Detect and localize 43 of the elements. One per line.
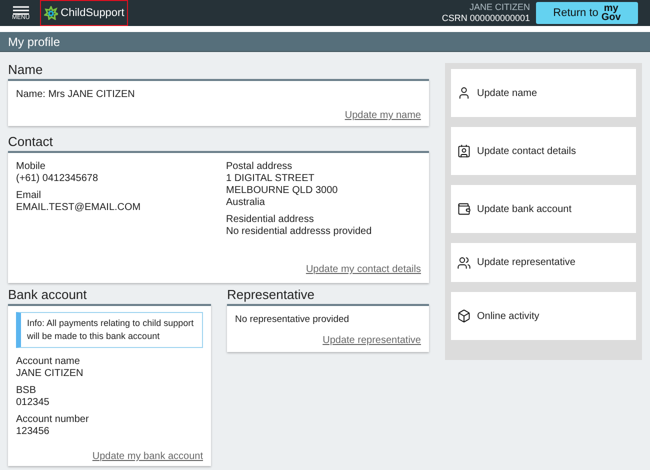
user-name: JANE CITIZEN — [469, 2, 530, 13]
section-heading: Contact — [8, 135, 54, 148]
quick-link-card[interactable]: Update representative — [451, 243, 636, 282]
field-value: 012345 — [16, 397, 50, 409]
field-value: (+61) 0412345678 — [16, 173, 100, 185]
section-heading: Representative — [227, 288, 316, 301]
field-value: MELBOURNE QLD 3000 — [226, 185, 339, 197]
contact-card-icon — [457, 144, 471, 158]
field-label: Postal address — [226, 161, 294, 173]
section-heading: Bank account — [8, 288, 88, 301]
field-value: No residential addresss provided — [226, 226, 372, 238]
quick-link-card[interactable]: Online activity — [451, 292, 636, 340]
quick-link-card[interactable]: Update contact details — [451, 127, 636, 175]
field-label: BSB — [16, 385, 38, 397]
representative-text: No representative provided — [235, 313, 350, 327]
logo-link[interactable]: ChildSupport — [40, 0, 128, 26]
user-icon — [457, 86, 471, 100]
quick-link-card[interactable]: Update bank account — [451, 185, 636, 233]
field-value: JANE CITIZEN — [16, 368, 84, 380]
name-text: Name: Mrs JANE CITIZEN — [16, 88, 136, 102]
field-value: 123456 — [16, 426, 50, 438]
field-label: Email — [16, 190, 42, 202]
update-link[interactable]: Update my name — [344, 110, 421, 121]
field-label: Mobile — [16, 161, 46, 173]
section-heading: Name — [8, 63, 44, 76]
page-title: My profile — [8, 34, 60, 50]
field-value: Australia — [226, 197, 266, 209]
update-link[interactable]: Update my bank account — [92, 451, 203, 462]
update-link[interactable]: Update representative — [322, 335, 421, 346]
box-icon — [457, 309, 471, 323]
field-label: Account number — [16, 414, 90, 426]
field-label: Account name — [16, 356, 81, 368]
field-label: Residential address — [226, 214, 315, 226]
logo-icon — [44, 6, 58, 20]
quick-link-card[interactable]: Update name — [451, 69, 636, 117]
info-text: Info: All payments relating to child support will be made to this bank account — [27, 317, 195, 343]
field-value: 1 DIGITAL STREET — [226, 173, 316, 185]
field-value: EMAIL.TEST@EMAIL.COM — [16, 202, 142, 214]
menu-icon — [12, 6, 29, 14]
users-icon — [457, 256, 471, 270]
csrn-number: CSRN 000000000001 — [442, 13, 530, 24]
update-link[interactable]: Update my contact details — [306, 264, 421, 275]
wallet-icon — [457, 202, 471, 216]
